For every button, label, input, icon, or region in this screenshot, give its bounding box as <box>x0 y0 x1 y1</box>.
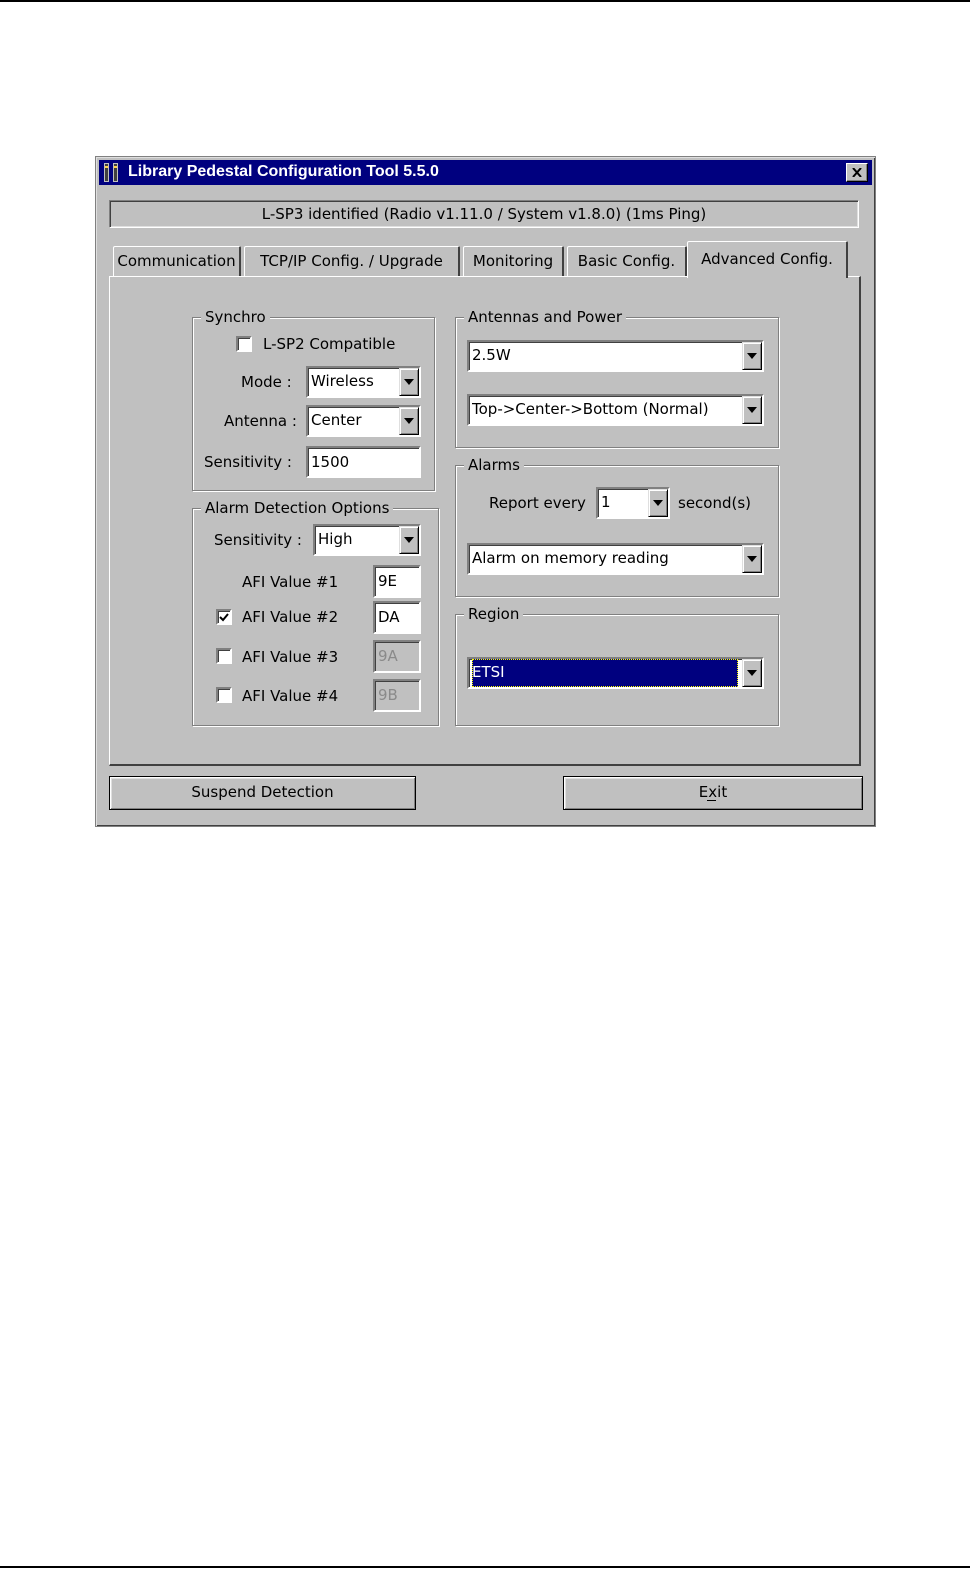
report-every-dropdown-button[interactable] <box>648 489 668 517</box>
synchro-sensitivity-input[interactable]: 1500 <box>306 446 421 478</box>
antenna-sequence-select[interactable]: Top->Center->Bottom (Normal) <box>467 394 764 426</box>
window-title: Library Pedestal Configuration Tool 5.5.… <box>128 163 439 180</box>
advanced-config-panel: Synchro L-SP2 Compatible Mode : Wireless… <box>109 276 861 766</box>
tab-label: Communication <box>117 252 236 270</box>
antennas-power-legend: Antennas and Power <box>464 307 627 327</box>
device-status-text: L-SP3 identified (Radio v1.11.0 / System… <box>261 205 707 223</box>
report-every-value: 1 <box>601 493 611 511</box>
antenna-dropdown-button[interactable] <box>399 407 419 435</box>
suspend-detection-button[interactable]: Suspend Detection <box>109 776 416 810</box>
chevron-down-icon <box>404 379 414 385</box>
tab-label: Advanced Config. <box>701 250 833 268</box>
tab-communication[interactable]: Communication <box>113 246 241 276</box>
chevron-down-icon <box>404 537 414 543</box>
mode-value: Wireless <box>311 372 374 390</box>
power-dropdown-button[interactable] <box>742 342 762 370</box>
chevron-down-icon <box>404 418 414 424</box>
exit-button[interactable]: Exit <box>563 776 863 810</box>
afi-value-3-label: AFI Value #3 <box>242 648 339 666</box>
afi-value-4-label: AFI Value #4 <box>242 687 339 705</box>
report-every-label: Report every <box>489 494 586 512</box>
alarm-mode-select[interactable]: Alarm on memory reading <box>467 543 764 575</box>
synchro-legend: Synchro <box>201 307 270 327</box>
detection-sensitivity-dropdown-button[interactable] <box>399 526 419 554</box>
tab-basic-config[interactable]: Basic Config. <box>567 246 687 276</box>
region-dropdown-button[interactable] <box>742 659 762 687</box>
antenna-select[interactable]: Center <box>306 405 421 437</box>
afi-value-3-input[interactable]: 9A <box>373 640 421 673</box>
exit-label: Exit <box>698 783 728 801</box>
tab-tcpip-config[interactable]: TCP/IP Config. / Upgrade <box>244 246 460 276</box>
antenna-value: Center <box>311 411 362 429</box>
alarm-detection-group: Alarm Detection Options Sensitivity : Hi… <box>192 498 439 726</box>
chevron-down-icon <box>653 500 663 506</box>
chevron-down-icon <box>747 556 757 562</box>
chevron-down-icon <box>747 670 757 676</box>
afi-value-4-input[interactable]: 9B <box>373 679 421 712</box>
synchro-sensitivity-label: Sensitivity : <box>204 453 292 471</box>
antenna-sequence-dropdown-button[interactable] <box>742 396 762 424</box>
alarms-group: Alarms Report every 1 second(s) Alarm on… <box>455 455 779 597</box>
close-icon <box>852 168 862 177</box>
page-bottom-rule <box>0 1566 970 1568</box>
afi-value-2-checkbox[interactable] <box>216 609 232 625</box>
region-legend: Region <box>464 604 524 624</box>
alarms-legend: Alarms <box>464 455 524 475</box>
afi-value-1-input[interactable]: 9E <box>373 565 421 598</box>
page-top-rule <box>0 0 970 2</box>
power-select[interactable]: 2.5W <box>467 340 764 372</box>
tab-advanced-config[interactable]: Advanced Config. <box>687 241 848 278</box>
chevron-down-icon <box>747 407 757 413</box>
antenna-label: Antenna : <box>224 412 297 430</box>
afi-value-3-checkbox[interactable] <box>216 648 232 664</box>
close-button[interactable] <box>846 163 868 182</box>
exit-mnemonic-underline <box>707 800 716 801</box>
report-every-select[interactable]: 1 <box>596 487 670 519</box>
config-tool-window: Library Pedestal Configuration Tool 5.5.… <box>95 156 876 827</box>
detection-sensitivity-label: Sensitivity : <box>214 531 302 549</box>
checkmark-icon <box>219 612 229 621</box>
antenna-sequence-value: Top->Center->Bottom (Normal) <box>472 400 709 418</box>
mode-label: Mode : <box>241 373 292 391</box>
afi-value-2-label: AFI Value #2 <box>242 608 339 626</box>
seconds-label: second(s) <box>678 494 752 512</box>
region-select[interactable]: ETSI <box>467 657 764 689</box>
region-value: ETSI <box>472 659 738 687</box>
chevron-down-icon <box>747 353 757 359</box>
alarm-mode-dropdown-button[interactable] <box>742 545 762 573</box>
afi-value-1-label: AFI Value #1 <box>242 573 339 591</box>
tab-label: TCP/IP Config. / Upgrade <box>260 252 443 270</box>
tab-monitoring[interactable]: Monitoring <box>463 246 564 276</box>
afi-value-4-checkbox[interactable] <box>216 687 232 703</box>
tab-label: Basic Config. <box>577 252 676 270</box>
lsp2-compatible-checkbox[interactable] <box>236 336 252 352</box>
suspend-detection-label: Suspend Detection <box>191 783 334 801</box>
app-icon <box>104 163 118 182</box>
mode-dropdown-button[interactable] <box>399 368 419 396</box>
device-status-bar: L-SP3 identified (Radio v1.11.0 / System… <box>109 200 859 228</box>
title-bar[interactable]: Library Pedestal Configuration Tool 5.5.… <box>99 160 872 185</box>
lsp2-compatible-label: L-SP2 Compatible <box>263 335 396 353</box>
antennas-power-group: Antennas and Power 2.5W Top->Center->Bot… <box>455 307 779 448</box>
power-value: 2.5W <box>472 346 511 364</box>
synchro-group: Synchro L-SP2 Compatible Mode : Wireless… <box>192 307 435 491</box>
alarm-mode-value: Alarm on memory reading <box>472 549 669 567</box>
mode-select[interactable]: Wireless <box>306 366 421 398</box>
detection-sensitivity-select[interactable]: High <box>313 524 421 556</box>
tab-label: Monitoring <box>472 252 554 270</box>
alarm-detection-legend: Alarm Detection Options <box>201 498 394 518</box>
afi-value-2-input[interactable]: DA <box>373 601 421 634</box>
region-group: Region ETSI <box>455 604 779 726</box>
detection-sensitivity-value: High <box>318 530 353 548</box>
